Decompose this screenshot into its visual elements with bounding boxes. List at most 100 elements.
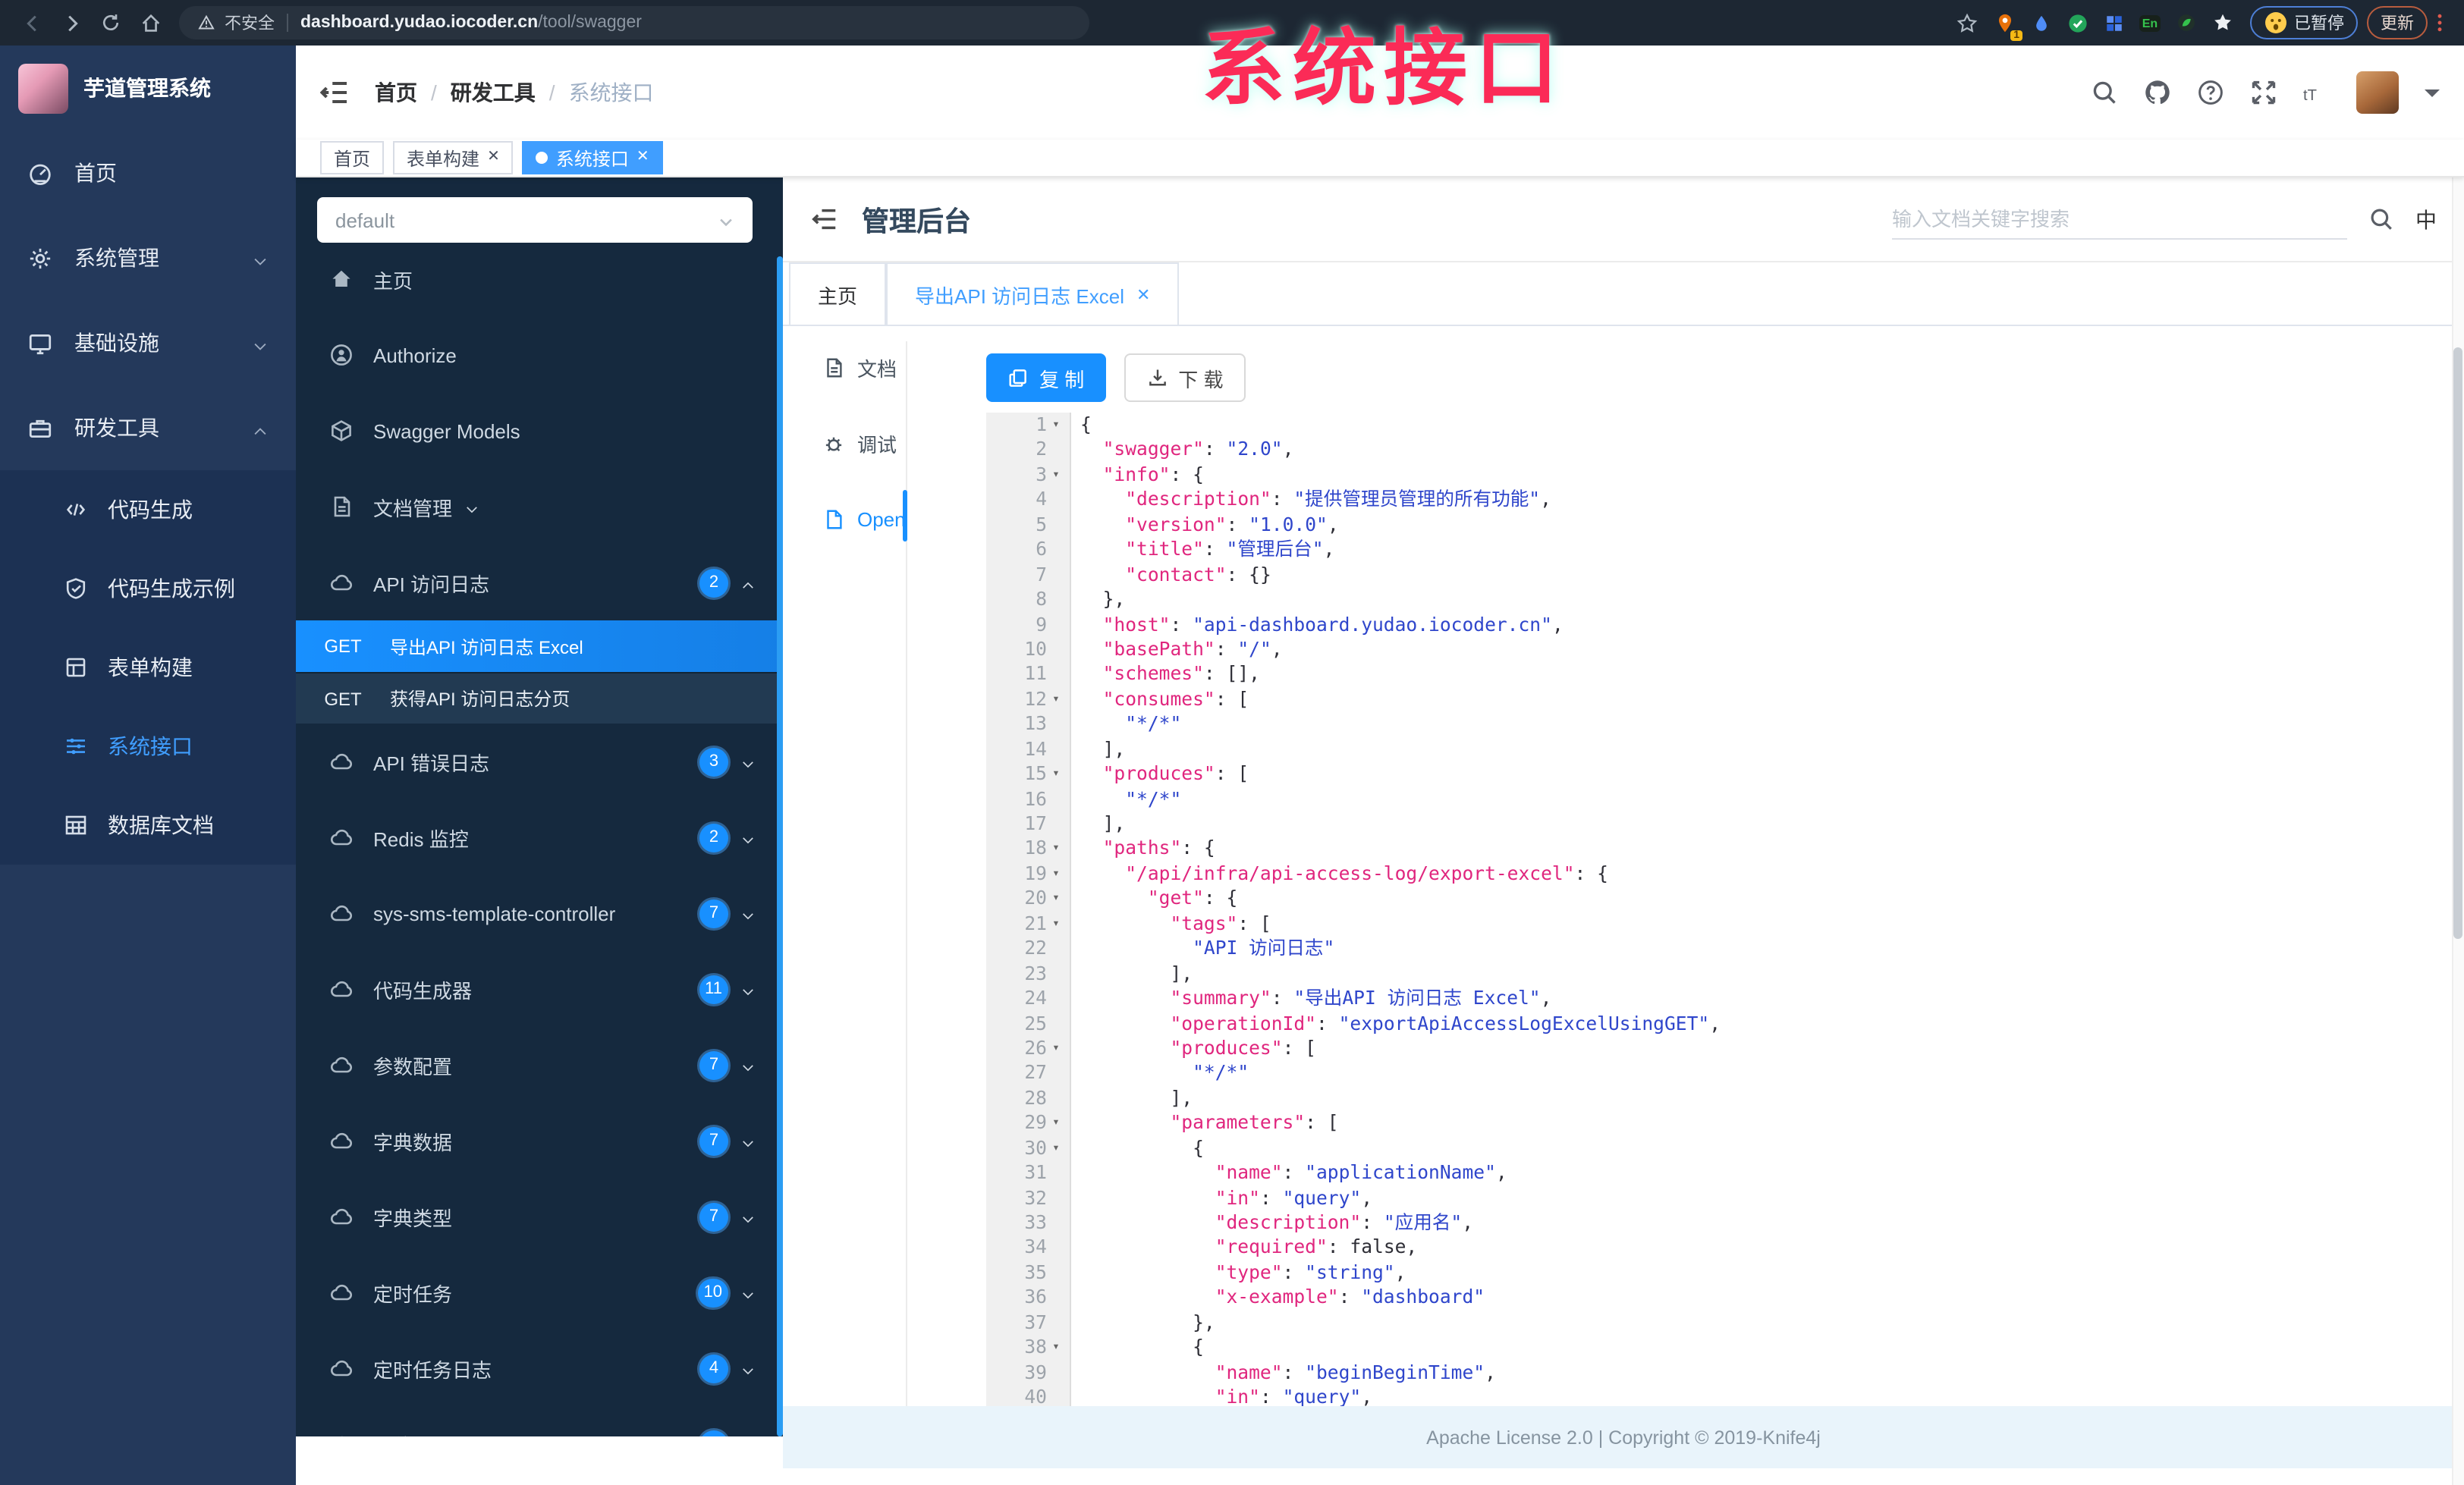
extension-en-icon[interactable]: En [2135,8,2165,38]
sidebar-item-基础设施[interactable]: 基础设施 [0,300,296,385]
address-bar[interactable]: 不安全 dashboard.yudao.iocoder.cn/tool/swag… [179,6,1089,39]
paused-label: 已暂停 [2294,15,2344,33]
breadcrumb-home[interactable]: 首页 [375,77,417,108]
doc-search-icon[interactable] [2368,206,2394,232]
doc-menu-item-Swagger Models[interactable]: Swagger Models [296,393,783,469]
bookmark-star-icon[interactable] [1947,3,1986,42]
code-editor[interactable]: 1 ▾ 2 3 ▾ 4 5 6 7 8 9 10 11 12 ▾ 13 14 15 ▾ 16 17 18 ▾ 19 ▾ 20 ▾ 21… [986,413,2449,1406]
doc-menu-item-主页[interactable]: 主页 [296,241,783,317]
app-logo[interactable]: 芋道管理系统 [0,46,296,130]
extension-pin-icon[interactable]: 1 [1989,8,2022,41]
doc-menu-item-Authorize[interactable]: Authorize [296,317,783,393]
doc-search-field[interactable] [1892,199,2347,239]
doc-menu-item-字典类型[interactable]: 字典类型 7 [296,1179,783,1254]
form-icon [64,655,90,680]
code-line: { [1080,1336,1204,1358]
doc-menu-item-文档管理[interactable]: 文档管理 [296,469,783,545]
sidebar-subitem-系统接口[interactable]: 系统接口 [0,707,296,786]
sidebar-subitem-数据库文档[interactable]: 数据库文档 [0,786,296,865]
doc-search-input[interactable] [1892,207,2347,230]
sidebar-fold-icon[interactable] [319,77,350,108]
fold-caret-icon[interactable]: ▾ [1047,1135,1065,1160]
fold-caret-icon[interactable]: ▾ [1047,687,1065,712]
sidebar-item-系统管理[interactable]: 系统管理 [0,215,296,300]
fold-caret-icon[interactable]: ▾ [1047,1111,1065,1136]
line-number: 23 [1024,962,1047,984]
extension-check-icon[interactable] [2062,8,2092,38]
doc-sidebar-scrollbar[interactable] [777,256,783,1436]
code-line: "get": { [1147,887,1238,909]
browser-forward-icon[interactable] [52,3,91,42]
doc-menu-item-API 错误日志[interactable]: API 错误日志 3 [296,724,783,799]
endpoint-获得API 访问日志分页[interactable]: GET 获得API 访问日志分页 [296,672,783,724]
browser-menu-kebab-icon[interactable] [2428,3,2452,42]
fold-caret-icon[interactable]: ▾ [1047,1335,1065,1360]
fold-caret-icon[interactable]: ▾ [1047,1036,1065,1061]
fold-caret-icon[interactable]: ▾ [1047,761,1065,786]
extension-star-white-icon[interactable] [2208,8,2238,38]
extension-grid-icon[interactable] [2098,8,2129,38]
sidebar-subitem-表单构建[interactable]: 表单构建 [0,628,296,707]
download-button[interactable]: 下 载 [1124,353,1246,402]
fold-caret-icon[interactable]: ▾ [1047,463,1065,488]
copy-button[interactable]: 复 制 [986,353,1106,402]
endpoint-导出API 访问日志 Excel[interactable]: GET 导出API 访问日志 Excel [296,620,783,672]
doc-menu-item-岗位[interactable]: 岗位 8 [296,1406,783,1436]
line-number: 16 [1024,788,1047,810]
search-icon[interactable] [2091,79,2118,106]
doc-collapse-icon[interactable] [810,204,841,234]
fold-caret-icon[interactable]: ▾ [1047,862,1065,887]
api-group-select[interactable]: default [317,197,753,243]
mini-tab-Open[interactable]: Open [783,481,906,557]
code-line: "required": false, [1215,1236,1418,1258]
doc-tab-导出API 访问日志 Excel[interactable]: 导出API 访问日志 Excel ✕ [886,262,1180,325]
line-number: 33 [1024,1212,1047,1233]
profile-paused-pill[interactable]: 已暂停 [2250,6,2358,39]
sidebar-subitem-代码生成[interactable]: 代码生成 [0,470,296,549]
breadcrumb-devtools[interactable]: 研发工具 [451,77,536,108]
extension-leaf-icon[interactable] [2171,8,2202,38]
tag-首页[interactable]: 首页 [320,141,385,174]
help-icon[interactable] [2197,79,2224,106]
doc-tab-主页[interactable]: 主页 [789,262,887,325]
tag-close-icon[interactable]: ✕ [636,149,649,165]
fold-caret-icon[interactable]: ▾ [1047,413,1065,438]
code-line: "name": "beginBeginTime", [1215,1361,1496,1383]
sidebar-item-研发工具[interactable]: 研发工具 [0,385,296,470]
page-scrollbar-thumb[interactable] [2453,347,2462,939]
tag-表单构建[interactable]: 表单构建 ✕ [393,141,514,174]
doc-tab-close-icon[interactable]: ✕ [1136,284,1150,304]
user-avatar[interactable] [2356,71,2399,114]
browser-reload-icon[interactable] [91,3,130,42]
tag-close-icon[interactable]: ✕ [487,149,500,165]
line-number: 36 [1024,1286,1047,1308]
line-number: 6 [1036,538,1047,560]
extension-drop-icon[interactable] [2026,8,2056,38]
fullscreen-icon[interactable] [2250,79,2277,106]
mini-tab-文档[interactable]: 文档 [783,329,904,405]
fold-caret-icon[interactable]: ▾ [1047,912,1065,937]
fold-caret-icon[interactable]: ▾ [1047,837,1065,862]
language-toggle[interactable]: 中 [2415,204,2437,234]
doc-menu-item-字典数据[interactable]: 字典数据 7 [296,1103,783,1179]
browser-home-icon[interactable] [130,3,170,42]
update-button[interactable]: 更新 [2367,6,2428,39]
user-menu-caret-icon[interactable] [2425,89,2440,104]
mini-tab-调试[interactable]: 调试 [783,405,904,481]
sidebar-subitem-label: 数据库文档 [108,813,214,837]
font-size-icon[interactable]: tT [2303,79,2330,106]
doc-menu-item-Redis 监控[interactable]: Redis 监控 2 [296,799,783,875]
github-icon[interactable] [2144,79,2171,106]
fold-caret-icon[interactable]: ▾ [1047,887,1065,912]
doc-menu-item-API 访问日志[interactable]: API 访问日志 2 [296,545,783,620]
doc-menu-item-参数配置[interactable]: 参数配置 7 [296,1027,783,1103]
sidebar-subitem-代码生成示例[interactable]: 代码生成示例 [0,549,296,628]
doc-menu-item-代码生成器[interactable]: 代码生成器 11 [296,951,783,1027]
doc-menu-label: API 访问日志 [373,573,490,595]
doc-menu-item-定时任务日志[interactable]: 定时任务日志 4 [296,1330,783,1406]
doc-menu-item-sys-sms-template-controller[interactable]: sys-sms-template-controller 7 [296,875,783,951]
tag-系统接口[interactable]: 系统接口 ✕ [522,141,663,174]
doc-menu-item-定时任务[interactable]: 定时任务 10 [296,1254,783,1330]
sidebar-item-首页[interactable]: 首页 [0,130,296,215]
browser-back-icon[interactable] [12,3,52,42]
